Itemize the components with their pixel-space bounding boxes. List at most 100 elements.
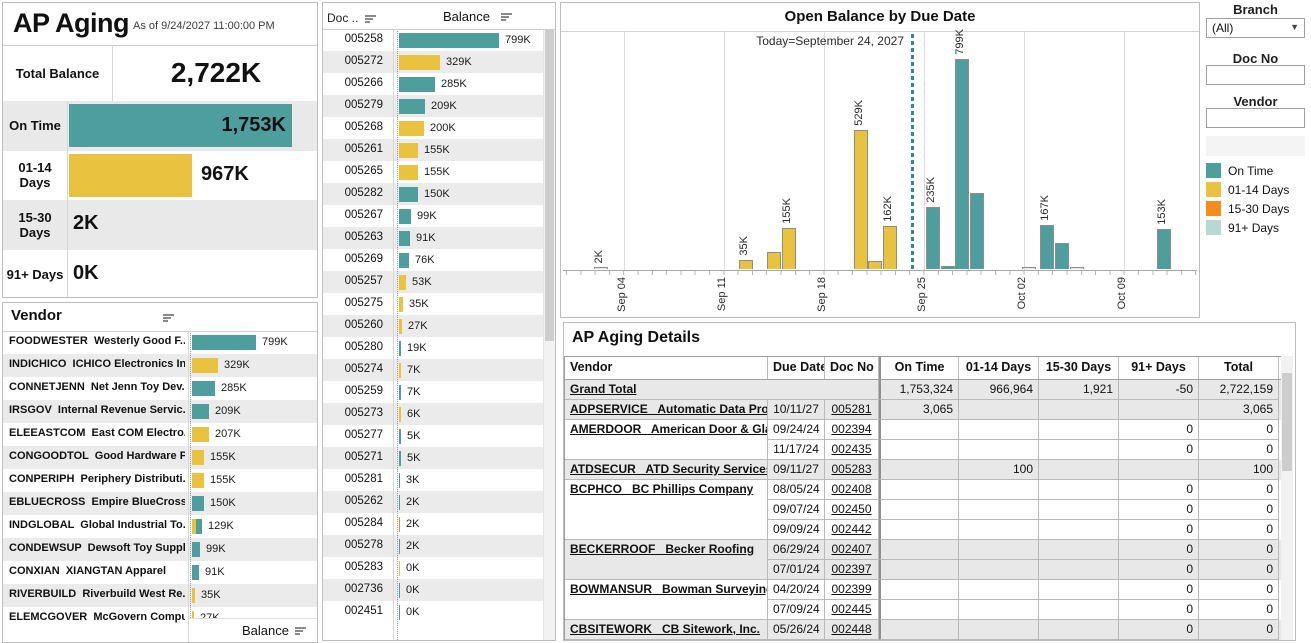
chart-bar[interactable] [970, 193, 984, 269]
doc-no-link[interactable]: 002407 [825, 540, 879, 560]
doc-list-scrollbar[interactable] [543, 3, 555, 640]
balance-bar[interactable] [192, 496, 204, 511]
vendor-row[interactable]: INDICHICO ICHICO Electronics In..329K [3, 354, 317, 377]
balance-bar[interactable] [399, 165, 418, 180]
balance-bar[interactable] [399, 363, 401, 378]
doc-row[interactable]: 0052830K [323, 557, 545, 579]
doc-no-link[interactable]: 002394 [825, 420, 879, 440]
balance-bar[interactable] [399, 209, 411, 224]
doc-row[interactable]: 0052715K [323, 447, 545, 469]
vendor-link[interactable]: ADPSERVICE Automatic Data Proce.. [565, 400, 768, 420]
legend-item[interactable]: 91+ Days [1206, 220, 1305, 236]
doc-row[interactable]: 00526799K [323, 205, 545, 227]
vendor-row[interactable]: ELEEASTCOM East COM Electro..207K [3, 423, 317, 446]
balance-bar[interactable] [192, 381, 215, 396]
doc-row[interactable]: 00526391K [323, 227, 545, 249]
doc-no-link[interactable]: 002450 [825, 500, 879, 520]
sort-icon[interactable] [365, 14, 377, 24]
details-column-header[interactable]: Vendor [565, 357, 768, 379]
balance-bar[interactable] [399, 253, 409, 268]
vendor-row[interactable]: CONDEWSUP Dewsoft Toy Supply99K [3, 538, 317, 561]
balance-bar[interactable] [192, 427, 209, 442]
vendor-link[interactable]: BCPHCO BC Phillips Company [565, 480, 768, 540]
doc-no-link[interactable]: 002397 [825, 560, 879, 580]
balance-bar[interactable] [399, 341, 401, 356]
balance-bar[interactable] [399, 385, 401, 400]
doc-row[interactable]: 00526976K [323, 249, 545, 271]
details-scrollbar[interactable] [1281, 356, 1293, 640]
vendor-input[interactable] [1206, 108, 1305, 128]
legend-item[interactable]: 01-14 Days [1206, 182, 1305, 198]
vendor-row[interactable]: CONGOODTOL Good Hardware P..155K [3, 446, 317, 469]
balance-bar[interactable] [399, 55, 440, 70]
chart-bar[interactable] [782, 228, 796, 269]
chart-bar[interactable] [955, 59, 969, 269]
balance-bar[interactable] [399, 319, 402, 334]
balance-bar[interactable] [399, 495, 400, 510]
doc-no-link[interactable]: 005281 [825, 400, 879, 420]
doc-row[interactable]: 005258799K [323, 29, 545, 51]
details-column-header[interactable]: 01-14 Days [959, 357, 1039, 379]
chart-bar[interactable] [941, 266, 955, 269]
vendor-row[interactable]: CONNETJENN Net Jenn Toy Dev..285K [3, 377, 317, 400]
chart-bar[interactable] [1157, 229, 1171, 269]
doc-row[interactable]: 0052813K [323, 469, 545, 491]
balance-bar[interactable] [399, 517, 400, 532]
balance-bar[interactable] [192, 473, 204, 488]
chart-bar[interactable] [1040, 225, 1054, 269]
details-column-header[interactable]: 91+ Days [1119, 357, 1199, 379]
balance-bar[interactable] [399, 121, 424, 136]
vendor-row[interactable]: EBLUECROSS Empire BlueCross ..150K [3, 492, 317, 515]
doc-row[interactable]: 00527535K [323, 293, 545, 315]
balance-bar[interactable] [399, 407, 401, 422]
balance-bar[interactable] [399, 231, 410, 246]
vendor-row[interactable]: CONPERIPH Periphery Distributi..155K [3, 469, 317, 492]
balance-bar[interactable] [399, 33, 499, 48]
kpi-balance-bar[interactable]: 1,753K [69, 104, 292, 147]
chart-bar[interactable] [1022, 267, 1036, 269]
balance-bar[interactable] [399, 187, 418, 202]
balance-bar[interactable] [192, 542, 200, 557]
balance-bar[interactable] [192, 335, 256, 350]
doc-row[interactable]: 005282150K [323, 183, 545, 205]
vendor-row[interactable]: INDGLOBAL Global Industrial To..129K [3, 515, 317, 538]
vendor-row[interactable]: CONXIAN XIANGTAN Apparel91K [3, 561, 317, 584]
doc-row[interactable]: 00525753K [323, 271, 545, 293]
doc-row[interactable]: 00528019K [323, 337, 545, 359]
vendor-row[interactable]: IRSGOV Internal Revenue Servic..209K [3, 400, 317, 423]
vendor-link[interactable]: ATDSECUR ATD Security Services, I.. [565, 460, 768, 480]
details-column-header[interactable]: 15-30 Days [1039, 357, 1119, 379]
balance-bar[interactable] [399, 275, 406, 290]
chart-bar[interactable] [854, 130, 868, 269]
vendor-link[interactable]: BOWMANSUR Bowman Surveying [565, 580, 768, 620]
balance-bar[interactable] [399, 605, 400, 620]
chart-bar[interactable] [1055, 243, 1069, 269]
doc-row[interactable]: 005265155K [323, 161, 545, 183]
details-column-header[interactable]: Total [1199, 357, 1279, 379]
legend-item[interactable]: On Time [1206, 163, 1305, 179]
doc-row[interactable]: 0052782K [323, 535, 545, 557]
vendor-row[interactable]: RIVERBUILD Riverbuild West Re..35K [3, 584, 317, 607]
doc-row[interactable]: 005279209K [323, 95, 545, 117]
balance-bar[interactable] [399, 451, 401, 466]
doc-no-link[interactable]: 005283 [825, 460, 879, 480]
balance-bar[interactable] [399, 561, 400, 576]
doc-row[interactable]: 005272329K [323, 51, 545, 73]
balance-bar[interactable] [399, 429, 401, 444]
balance-bar[interactable] [399, 583, 400, 598]
details-column-header[interactable]: Doc No [825, 357, 879, 379]
doc-no-link[interactable]: 002442 [825, 520, 879, 540]
doc-row[interactable]: 005261155K [323, 139, 545, 161]
doc-row[interactable]: 005268200K [323, 117, 545, 139]
scrollbar-thumb[interactable] [545, 29, 554, 341]
balance-bar[interactable] [399, 473, 400, 488]
details-column-header[interactable]: On Time [879, 357, 959, 379]
balance-bar[interactable] [192, 450, 204, 465]
vendor-link[interactable]: BECKERROOF Becker Roofing [565, 540, 768, 580]
doc-no-input[interactable] [1206, 65, 1305, 85]
doc-row[interactable]: 0052597K [323, 381, 545, 403]
doc-row[interactable]: 0052747K [323, 359, 545, 381]
chart-bar[interactable] [868, 261, 882, 269]
scrollbar-thumb[interactable] [1282, 373, 1292, 471]
chart-bar[interactable] [1070, 267, 1084, 269]
